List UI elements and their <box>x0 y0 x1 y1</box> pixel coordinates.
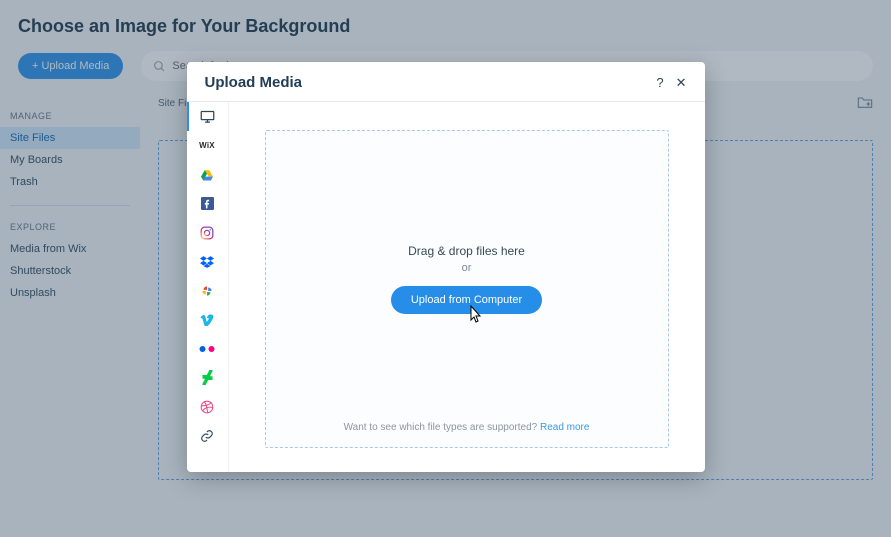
close-icon[interactable]: ✕ <box>676 75 687 91</box>
link-icon <box>200 429 214 443</box>
source-flickr[interactable] <box>187 334 229 363</box>
help-icon[interactable]: ? <box>656 75 663 91</box>
vimeo-icon <box>200 314 214 326</box>
or-text: or <box>462 262 472 274</box>
read-more-link[interactable]: Read more <box>540 422 589 433</box>
facebook-icon <box>201 197 214 210</box>
source-computer[interactable] <box>187 102 229 131</box>
modal-header: Upload Media ? ✕ <box>187 62 705 101</box>
monitor-icon <box>200 110 215 123</box>
wix-logo-text: WiX <box>199 141 215 150</box>
dribbble-icon <box>200 400 214 414</box>
modal-title: Upload Media <box>205 74 303 91</box>
source-wix[interactable]: WiX <box>187 131 229 160</box>
flickr-icon <box>199 345 215 353</box>
source-vimeo[interactable] <box>187 305 229 334</box>
source-google-photos[interactable] <box>187 276 229 305</box>
google-photos-icon <box>200 284 214 298</box>
source-deviantart[interactable] <box>187 363 229 392</box>
modal-overlay: Upload Media ? ✕ WiX <box>0 0 891 537</box>
deviantart-icon <box>202 370 213 385</box>
upload-from-computer-button[interactable]: Upload from Computer <box>391 286 542 314</box>
instagram-icon <box>200 226 214 240</box>
drop-box[interactable]: Drag & drop files here or Upload from Co… <box>265 130 669 448</box>
google-drive-icon <box>200 169 214 181</box>
source-instagram[interactable] <box>187 218 229 247</box>
source-link[interactable] <box>187 421 229 450</box>
source-facebook[interactable] <box>187 189 229 218</box>
source-rail: WiX <box>187 102 229 472</box>
dropbox-icon <box>200 256 214 268</box>
source-dropbox[interactable] <box>187 247 229 276</box>
drag-drop-text: Drag & drop files here <box>408 244 525 258</box>
support-text: Want to see which file types are support… <box>344 422 590 433</box>
source-dribbble[interactable] <box>187 392 229 421</box>
drop-area: Drag & drop files here or Upload from Co… <box>229 102 705 472</box>
upload-media-modal: Upload Media ? ✕ WiX <box>187 62 705 472</box>
source-google-drive[interactable] <box>187 160 229 189</box>
